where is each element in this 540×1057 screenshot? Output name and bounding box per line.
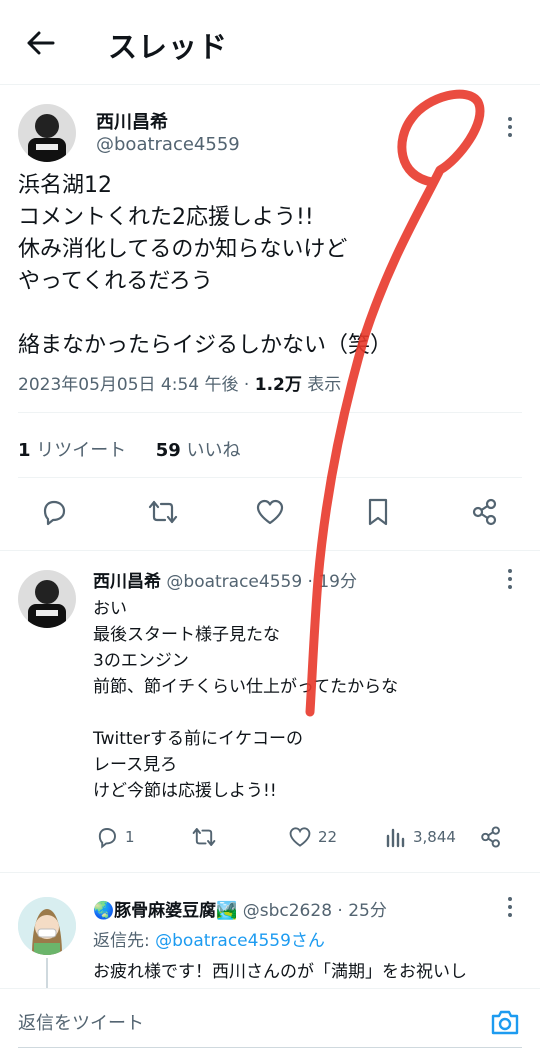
views-count: 1.2万: [254, 375, 302, 395]
like-button[interactable]: 22: [288, 822, 337, 852]
tweet-timestamp[interactable]: 2023年05月05日 4:54 午後 ·: [18, 375, 255, 395]
user-handle[interactable]: @boatrace4559: [96, 134, 240, 155]
header: スレッド: [0, 0, 540, 85]
separator: [0, 550, 540, 551]
retweet-button[interactable]: [191, 822, 217, 852]
views-count: 3,844: [413, 828, 456, 846]
more-options-icon[interactable]: [500, 114, 520, 140]
avatar[interactable]: [18, 897, 76, 955]
tweet-text: おい 最後スタート様子見たな 3のエンジン 前節、節イチくらい仕上がってたからな…: [93, 599, 399, 801]
views-button[interactable]: 3,844: [385, 822, 456, 852]
likes-stat[interactable]: 59 いいね: [156, 440, 241, 461]
tweet-actions: [0, 495, 540, 535]
like-count: 22: [318, 828, 338, 846]
views-label: 表示: [301, 375, 342, 395]
share-icon: [481, 826, 500, 848]
reply-actions: 1 22 3,844: [93, 822, 523, 852]
avatar[interactable]: [18, 570, 76, 628]
page-title: スレッド: [108, 30, 229, 64]
reply-header: 🌏豚骨麻婆豆腐🏞️ @sbc2628 · 25分: [93, 896, 387, 921]
analytics-icon: [386, 828, 405, 848]
user-handle[interactable]: @sbc2628 · 25分: [237, 901, 387, 921]
reply-icon[interactable]: [37, 495, 71, 529]
share-icon[interactable]: [468, 495, 502, 529]
reply-button[interactable]: 1: [95, 822, 135, 852]
tweet-meta: 2023年05月05日 4:54 午後 · 1.2万 表示: [18, 370, 341, 395]
like-icon[interactable]: [253, 495, 287, 529]
input-underline: [18, 1047, 522, 1048]
retweet-icon[interactable]: [146, 495, 180, 529]
display-name[interactable]: 🌏豚骨麻婆豆腐🏞️: [93, 901, 237, 921]
retweet-icon: [192, 828, 216, 846]
divider: [18, 412, 522, 413]
more-options-icon[interactable]: [500, 894, 520, 920]
tweet-stats: 1 リツイート 59 いいね: [18, 436, 241, 462]
divider: [18, 477, 522, 478]
reply-composer: 返信をツイート: [0, 988, 540, 1057]
reply-header: 西川昌希 @boatrace4559 · 19分: [93, 567, 357, 592]
more-options-icon[interactable]: [500, 566, 520, 592]
avatar[interactable]: [18, 104, 76, 162]
display-name[interactable]: 西川昌希: [96, 108, 168, 134]
share-button[interactable]: [479, 822, 503, 852]
retweets-stat[interactable]: 1 リツイート: [18, 440, 126, 461]
reply-to: 返信先: @boatrace4559さん: [93, 931, 325, 951]
thread-line: [46, 958, 48, 988]
tweet-text: 浜名湖12 コメントくれた2応援しよう!! 休み消化してるのか知らないけど やっ…: [18, 173, 393, 358]
back-arrow-icon[interactable]: [24, 26, 58, 60]
reply-count: 1: [125, 828, 135, 846]
reply-icon: [98, 828, 116, 849]
reply-to-link[interactable]: @boatrace4559さん: [155, 931, 325, 951]
separator: [0, 872, 540, 873]
reply-input[interactable]: 返信をツイート: [18, 1009, 144, 1035]
like-icon: [289, 827, 311, 847]
camera-icon[interactable]: [488, 1005, 522, 1039]
display-name[interactable]: 西川昌希: [93, 572, 161, 592]
tweet-text: お疲れ様です！西川さんのが「満期」をお祝いし: [93, 962, 467, 982]
bookmark-icon[interactable]: [361, 495, 395, 529]
user-handle[interactable]: @boatrace4559 · 19分: [161, 572, 357, 592]
